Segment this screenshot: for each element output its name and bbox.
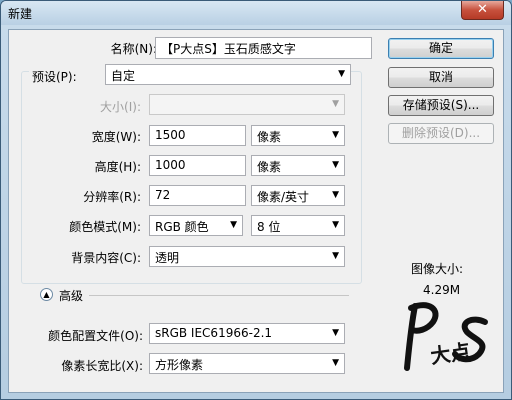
chevron-up-circle-icon[interactable]: ▲ (40, 288, 53, 301)
color-mode-value: RGB 颜色 (155, 220, 209, 234)
title-bar[interactable]: 新建 ✕ (1, 1, 511, 25)
window-title: 新建 (8, 7, 33, 21)
dialog-body: 名称(N): 【P大点S】玉石质感文字 预设(P): 自定 ▼ 大小(I): ▼… (8, 29, 504, 393)
width-unit-select[interactable]: 像素 ▼ (251, 125, 345, 146)
pixel-aspect-select[interactable]: 方形像素 ▼ (149, 353, 345, 374)
color-profile-select[interactable]: sRGB IEC61966-2.1 ▼ (149, 323, 345, 344)
cancel-button[interactable]: 取消 (388, 67, 494, 88)
pixel-aspect-value: 方形像素 (155, 358, 204, 372)
delete-preset-button: 删除预设(D)... (388, 123, 494, 144)
ps-watermark-logo: 大点 (404, 302, 488, 371)
resolution-label: 分辨率(R): (83, 190, 141, 204)
size-select: ▼ (149, 94, 345, 115)
chevron-down-icon: ▼ (332, 358, 339, 368)
preset-value: 自定 (111, 69, 136, 83)
chevron-down-icon: ▼ (338, 69, 345, 79)
color-mode-select[interactable]: RGB 颜色 ▼ (149, 215, 243, 236)
resolution-unit-value: 像素/英寸 (257, 190, 310, 204)
name-label: 名称(N): (110, 42, 157, 56)
advanced-divider (89, 295, 349, 296)
preset-select[interactable]: 自定 ▼ (105, 64, 351, 85)
image-size-label: 图像大小: (411, 262, 464, 276)
ok-button[interactable]: 确定 (388, 38, 494, 59)
width-label: 宽度(W): (91, 130, 141, 144)
height-unit-value: 像素 (257, 160, 282, 174)
new-document-dialog: 新建 ✕ 名称(N): 【P大点S】玉石质感文字 预设(P): 自定 ▼ 大小(… (0, 0, 512, 400)
chevron-down-icon: ▼ (332, 328, 339, 338)
height-unit-select[interactable]: 像素 ▼ (251, 155, 345, 176)
width-unit-value: 像素 (257, 130, 282, 144)
resolution-unit-select[interactable]: 像素/英寸 ▼ (251, 185, 345, 206)
svg-text:大点: 大点 (429, 339, 472, 368)
background-select[interactable]: 透明 ▼ (149, 246, 345, 267)
background-value: 透明 (155, 251, 180, 265)
pixel-aspect-label: 像素长宽比(X): (61, 359, 143, 373)
height-label: 高度(H): (94, 160, 141, 174)
advanced-toggle-label[interactable]: 高级 (59, 287, 83, 304)
chevron-down-icon: ▼ (332, 130, 339, 140)
height-input[interactable]: 1000 (149, 155, 246, 176)
color-mode-label: 颜色模式(M): (69, 220, 141, 234)
chevron-down-icon: ▼ (230, 220, 237, 230)
color-profile-label: 颜色配置文件(O): (48, 329, 143, 343)
chevron-down-icon: ▼ (332, 160, 339, 170)
chevron-down-icon: ▼ (332, 99, 339, 109)
color-profile-value: sRGB IEC61966-2.1 (155, 326, 273, 340)
size-label: 大小(I): (100, 100, 141, 114)
image-size-value: 4.29M (423, 283, 461, 297)
chevron-down-icon: ▼ (332, 220, 339, 230)
width-input[interactable]: 1500 (149, 125, 246, 146)
background-label: 背景内容(C): (71, 251, 141, 265)
chevron-down-icon: ▼ (332, 190, 339, 200)
name-input[interactable]: 【P大点S】玉石质感文字 (155, 37, 372, 59)
preset-label: 预设(P): (29, 68, 111, 85)
bit-depth-value: 8 位 (257, 220, 281, 234)
resolution-input[interactable]: 72 (149, 185, 246, 206)
chevron-down-icon: ▼ (332, 251, 339, 261)
save-preset-button[interactable]: 存储预设(S)... (388, 95, 494, 116)
close-button[interactable]: ✕ (461, 1, 504, 20)
bit-depth-select[interactable]: 8 位 ▼ (251, 215, 345, 236)
